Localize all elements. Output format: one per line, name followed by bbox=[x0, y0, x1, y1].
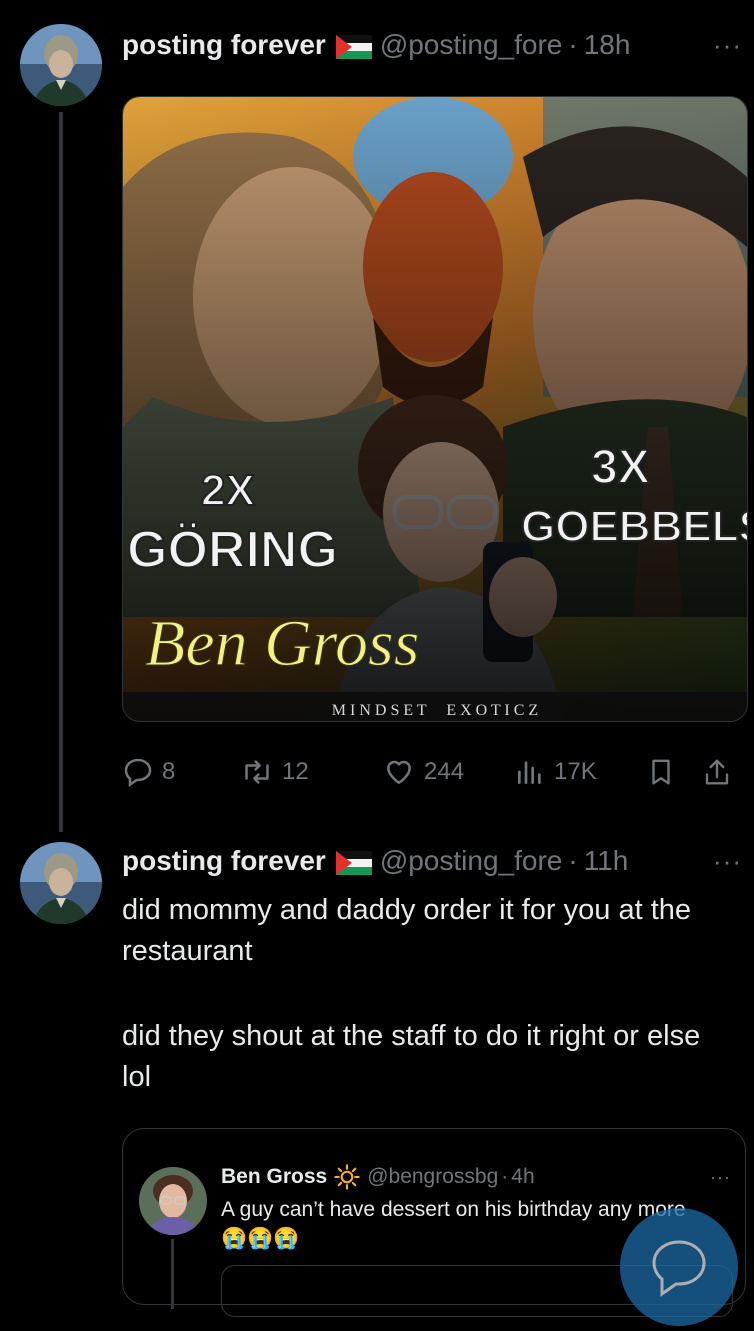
tweet-text: did mommy and daddy order it for you at … bbox=[122, 890, 732, 1098]
repost-icon bbox=[245, 760, 269, 784]
more-options-icon[interactable]: ··· bbox=[713, 844, 742, 878]
floating-reply-button[interactable] bbox=[620, 1208, 738, 1326]
views-count: 17K bbox=[554, 758, 597, 785]
quoted-author-name[interactable]: Ben Gross bbox=[221, 1165, 327, 1189]
share-button[interactable] bbox=[702, 756, 738, 788]
sun-icon bbox=[334, 1164, 360, 1190]
left-name-label: GÖRING bbox=[127, 521, 338, 579]
script-title: Ben Gross bbox=[145, 607, 419, 680]
separator-dot: · bbox=[568, 845, 578, 876]
tweet-header: posting forever @posting_fore · 18h ··· bbox=[122, 28, 742, 62]
views-chart-icon bbox=[518, 761, 541, 784]
views-button[interactable]: 17K bbox=[514, 756, 646, 788]
separator-dot: · bbox=[568, 29, 578, 60]
tweet-text-paragraph: did mommy and daddy order it for you at … bbox=[122, 894, 692, 967]
avatar-portrait-icon bbox=[139, 1167, 207, 1235]
reply-bubble-icon bbox=[652, 1240, 706, 1297]
avatar[interactable] bbox=[20, 24, 102, 106]
more-options-icon[interactable]: ··· bbox=[713, 28, 742, 62]
palestine-flag-icon bbox=[335, 33, 372, 59]
quoted-handle[interactable]: @bengrossbg bbox=[367, 1165, 498, 1189]
quoted-time[interactable]: 4h bbox=[511, 1165, 534, 1189]
reply-count: 8 bbox=[162, 758, 176, 785]
tweet-time[interactable]: 18h bbox=[584, 28, 631, 62]
reply-icon bbox=[124, 758, 152, 788]
tweet-time[interactable]: 11h bbox=[584, 844, 629, 878]
quoted-avatar[interactable] bbox=[139, 1167, 207, 1235]
author-name[interactable]: posting forever bbox=[122, 28, 326, 62]
heart-icon bbox=[387, 760, 411, 784]
avatar-portrait-icon bbox=[20, 842, 102, 924]
avatar-portrait-icon bbox=[20, 24, 102, 106]
crying-emoji-icon: 😭😭😭 bbox=[221, 1227, 300, 1250]
tweet-media-image[interactable]: 2X GÖRING 3X GOEBBELS Ben Gross M I N D … bbox=[122, 96, 748, 722]
image-subtitle: M I N D S E T E X O T I C Z bbox=[332, 702, 538, 719]
repost-count: 12 bbox=[282, 758, 309, 785]
quoted-text-body: A guy can’t have dessert on his birthday… bbox=[221, 1198, 686, 1221]
tweet-header: posting forever @posting_fore · 11h ··· bbox=[122, 844, 742, 878]
tweet-actions: 8 12 244 17K bbox=[122, 750, 742, 794]
author-name[interactable]: posting forever bbox=[122, 844, 326, 878]
tweet-text-paragraph: did they shout at the staff to do it rig… bbox=[122, 1020, 701, 1093]
author-handle[interactable]: @posting_fore bbox=[380, 844, 563, 878]
thread-line bbox=[59, 112, 63, 832]
quoted-thread-line bbox=[171, 1239, 174, 1309]
author-handle[interactable]: @posting_fore bbox=[380, 28, 563, 62]
right-count-label: 3X bbox=[591, 441, 650, 494]
palestine-flag-icon bbox=[335, 849, 372, 875]
quoted-header: Ben Gross @bengrossbg · 4h ··· bbox=[221, 1163, 731, 1191]
bookmark-button[interactable] bbox=[646, 756, 702, 788]
avatar[interactable] bbox=[20, 842, 102, 924]
more-options-icon[interactable]: ··· bbox=[710, 1167, 731, 1188]
reply-button[interactable]: 8 bbox=[122, 756, 240, 788]
left-count-label: 2X bbox=[201, 466, 255, 515]
like-button[interactable]: 244 bbox=[382, 756, 514, 788]
separator-dot: · bbox=[501, 1165, 509, 1188]
share-icon bbox=[705, 759, 729, 785]
meme-image: 2X GÖRING 3X GOEBBELS Ben Gross M I N D … bbox=[123, 97, 747, 721]
right-name-label: GOEBBELS bbox=[521, 502, 747, 551]
repost-button[interactable]: 12 bbox=[240, 756, 382, 788]
bookmark-icon bbox=[652, 759, 670, 785]
like-count: 244 bbox=[424, 758, 465, 785]
